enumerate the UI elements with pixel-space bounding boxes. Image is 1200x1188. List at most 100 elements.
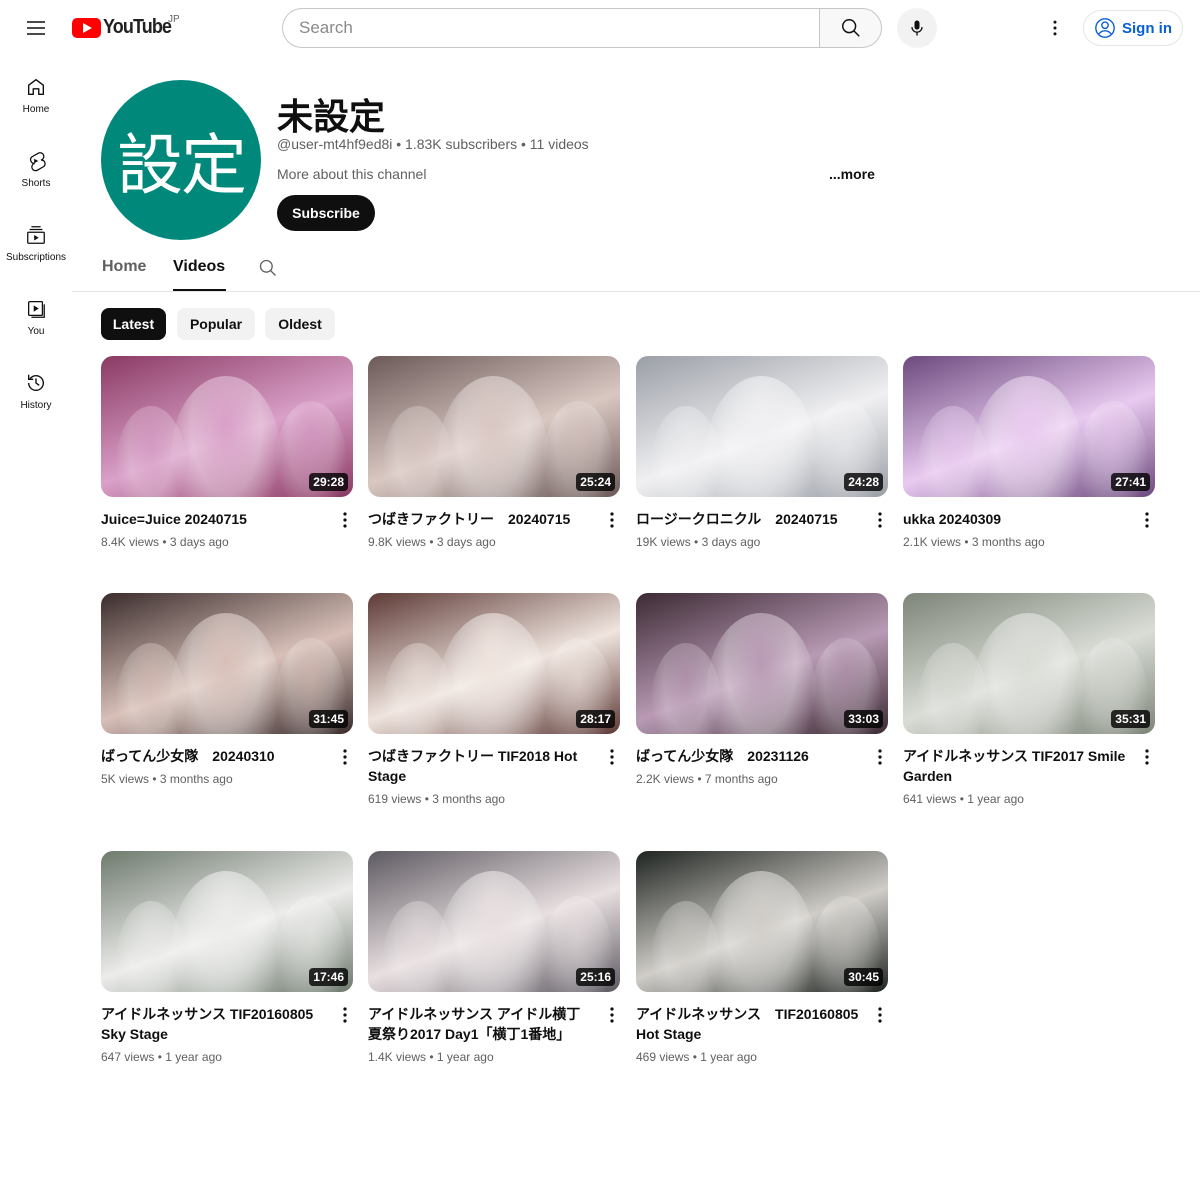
thumbnail-figure <box>383 643 453 734</box>
video-title[interactable]: ばってん少女隊 20231126 <box>636 746 860 766</box>
video-action-menu-button[interactable] <box>337 510 353 530</box>
masthead: YouTube JP Sign in <box>0 0 1200 56</box>
video-action-menu-button[interactable] <box>872 747 888 767</box>
video-action-menu-button[interactable] <box>872 510 888 530</box>
video-age: 1 year ago <box>700 1050 757 1064</box>
more-vertical-icon <box>878 749 882 765</box>
guide-item-history[interactable]: History <box>0 352 72 426</box>
guide-item-you[interactable]: You <box>0 278 72 352</box>
subscribe-button[interactable]: Subscribe <box>277 195 375 231</box>
tab-videos[interactable]: Videos <box>173 258 226 291</box>
video-thumbnail[interactable]: 24:28 <box>636 356 888 497</box>
video-card[interactable]: 25:24 つばきファクトリー 20240715 9.8K views • 3 da… <box>368 356 620 551</box>
video-views: 1.4K views <box>368 1050 427 1064</box>
video-age: 7 months ago <box>704 772 778 786</box>
video-thumbnail[interactable]: 25:24 <box>368 356 620 497</box>
video-thumbnail[interactable]: 30:45 <box>636 851 888 992</box>
sign-in-button[interactable]: Sign in <box>1083 10 1183 46</box>
video-metadata: 1.4K views • 1 year ago <box>368 1048 620 1066</box>
video-age: 3 months ago <box>432 792 505 806</box>
voice-search-button[interactable] <box>897 8 937 48</box>
youtube-logo[interactable]: YouTube <box>72 16 179 39</box>
video-metadata: 19K views • 3 days ago <box>636 533 888 551</box>
guide-item-subscriptions[interactable]: Subscriptions <box>0 204 72 278</box>
video-card[interactable]: 27:41 ukka 20240309 2.1K views • 3 months … <box>903 356 1155 551</box>
video-title[interactable]: ukka 20240309 <box>903 509 1127 529</box>
video-card[interactable]: 35:31 アイドルネッサンス TIF2017 Smile Garden 641 v… <box>903 593 1155 808</box>
chip-latest[interactable]: Latest <box>101 308 166 340</box>
video-title[interactable]: つばきファクトリー 20240715 <box>368 509 592 529</box>
thumbnail-figure <box>383 901 453 992</box>
guide-item-label: You <box>27 326 45 337</box>
video-title[interactable]: アイドルネッサンス TIF2017 Smile Garden <box>903 746 1127 786</box>
video-title[interactable]: つばきファクトリー TIF2018 Hot Stage <box>368 746 592 786</box>
guide-menu-button[interactable] <box>16 8 56 48</box>
video-card[interactable]: 31:45 ばってん少女隊 20240310 5K views • 3 months… <box>101 593 353 788</box>
video-action-menu-button[interactable] <box>604 510 620 530</box>
video-action-menu-button[interactable] <box>337 1005 353 1025</box>
video-thumbnail[interactable]: 27:41 <box>903 356 1155 497</box>
video-thumbnail[interactable]: 25:16 <box>368 851 620 992</box>
thumbnail-figure <box>383 406 453 497</box>
video-card[interactable]: 29:28 Juice=Juice 20240715 8.4K views • 3 … <box>101 356 353 551</box>
shorts-icon <box>29 152 46 172</box>
meta-separator: • <box>689 1050 701 1064</box>
more-vertical-icon <box>610 1007 614 1023</box>
video-thumbnail[interactable]: 31:45 <box>101 593 353 734</box>
thumbnail-figure <box>438 376 548 497</box>
video-card[interactable]: 17:46 アイドルネッサンス TIF20160805 Sky Stage 647 … <box>101 851 353 1066</box>
video-views: 2.1K views <box>903 535 962 549</box>
channel-about-link[interactable]: More about this channel <box>277 166 426 182</box>
meta-separator: • <box>421 792 433 806</box>
video-action-menu-button[interactable] <box>872 1005 888 1025</box>
video-card[interactable]: 25:16 アイドルネッサンス アイドル横丁夏祭り2017 Day1「横丁1番地」… <box>368 851 620 1066</box>
guide-item-shorts[interactable]: Shorts <box>0 130 72 204</box>
video-title[interactable]: ロージークロニクル 20240715 <box>636 509 860 529</box>
video-card[interactable]: 30:45 アイドルネッサンス TIF20160805 Hot Stage 469 … <box>636 851 888 1066</box>
video-thumbnail[interactable]: 17:46 <box>101 851 353 992</box>
chip-popular[interactable]: Popular <box>177 308 255 340</box>
settings-menu-button[interactable] <box>1035 8 1075 48</box>
video-duration: 30:45 <box>844 968 883 986</box>
video-card[interactable]: 24:28 ロージークロニクル 20240715 19K views • 3 day… <box>636 356 888 551</box>
video-title[interactable]: ばってん少女隊 20240310 <box>101 746 325 766</box>
video-card[interactable]: 33:03 ばってん少女隊 20231126 2.2K views • 7 mont… <box>636 593 888 788</box>
logo-text: YouTube <box>103 16 172 38</box>
search-box <box>282 8 882 48</box>
guide-item-label: Shorts <box>21 178 51 189</box>
chip-oldest[interactable]: Oldest <box>265 308 335 340</box>
video-action-menu-button[interactable] <box>1139 747 1155 767</box>
video-title[interactable]: Juice=Juice 20240715 <box>101 509 325 529</box>
video-thumbnail[interactable]: 29:28 <box>101 356 353 497</box>
video-title[interactable]: アイドルネッサンス アイドル横丁夏祭り2017 Day1「横丁1番地」 <box>368 1004 592 1044</box>
tab-home[interactable]: Home <box>102 258 146 291</box>
channel-name: 未設定 <box>277 96 386 137</box>
video-action-menu-button[interactable] <box>1139 510 1155 530</box>
meta-separator: • <box>426 535 437 549</box>
video-card[interactable]: 28:17 つばきファクトリー TIF2018 Hot Stage 619 view… <box>368 593 620 808</box>
video-title[interactable]: アイドルネッサンス TIF20160805 Sky Stage <box>101 1004 325 1044</box>
video-title[interactable]: アイドルネッサンス TIF20160805 Hot Stage <box>636 1004 860 1044</box>
thumbnail-figure <box>438 871 548 992</box>
search-input[interactable] <box>282 8 819 48</box>
home-icon <box>27 78 45 96</box>
video-metadata: 9.8K views • 3 days ago <box>368 533 620 551</box>
thumbnail-figure <box>973 613 1083 734</box>
guide-item-label: Home <box>22 104 50 115</box>
account-circle-icon <box>1095 18 1115 38</box>
search-button[interactable] <box>819 8 882 48</box>
video-metadata: 5K views • 3 months ago <box>101 770 353 788</box>
thumbnail-figure <box>651 406 721 497</box>
video-duration: 33:03 <box>844 710 883 728</box>
video-thumbnail[interactable]: 28:17 <box>368 593 620 734</box>
video-thumbnail[interactable]: 33:03 <box>636 593 888 734</box>
guide-item-home[interactable]: Home <box>0 56 72 130</box>
video-action-menu-button[interactable] <box>604 1005 620 1025</box>
video-metadata: 8.4K views • 3 days ago <box>101 533 353 551</box>
video-duration: 31:45 <box>309 710 348 728</box>
tab-search-button[interactable] <box>258 258 278 283</box>
channel-more-link[interactable]: ...more <box>829 166 875 182</box>
video-thumbnail[interactable]: 35:31 <box>903 593 1155 734</box>
video-action-menu-button[interactable] <box>337 747 353 767</box>
video-action-menu-button[interactable] <box>604 747 620 767</box>
